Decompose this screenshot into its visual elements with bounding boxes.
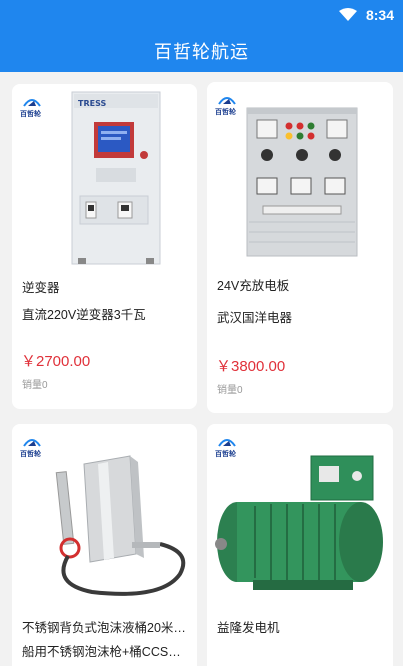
status-bar: 8:34	[0, 0, 403, 28]
product-image: 百哲轮	[207, 82, 393, 267]
product-subtitle: 船用不锈钢泡沫枪+桶CCS证书	[22, 645, 187, 659]
product-card[interactable]: TRESS 百哲轮 逆变器 直流220V逆变器3千瓦 ￥2700.00 销量0	[12, 84, 197, 409]
svg-text:TRESS: TRESS	[78, 99, 106, 108]
brand-logo: 百哲轮	[215, 92, 241, 122]
page-title: 百哲轮航运	[154, 42, 249, 62]
brand-logo: 百哲轮	[215, 434, 241, 464]
product-sales: 销量0	[217, 385, 243, 396]
product-image: 百哲轮	[12, 424, 197, 609]
product-image: TRESS 百哲轮	[12, 84, 197, 269]
wifi-icon	[339, 8, 357, 26]
brand-logo-text: 百哲轮	[20, 451, 41, 458]
product-card[interactable]: 百哲轮 不锈钢背负式泡沫液桶20米… 船用不锈钢泡沫枪+桶CCS证书	[12, 424, 197, 666]
status-time: 8:34	[365, 7, 394, 23]
product-title: 逆变器	[22, 281, 60, 295]
product-image: 百哲轮	[207, 424, 393, 609]
product-sales: 销量0	[22, 380, 48, 391]
product-title: 不锈钢背负式泡沫液桶20米…	[22, 621, 186, 635]
product-title: 益隆发电机	[217, 621, 280, 635]
product-grid: TRESS 百哲轮 逆变器 直流220V逆变器3千瓦 ￥2700.00 销量0 …	[0, 72, 403, 666]
brand-logo-text: 百哲轮	[215, 451, 236, 458]
product-subtitle: 武汉国洋电器	[217, 311, 293, 325]
product-card[interactable]: 百哲轮 益隆发电机	[207, 424, 393, 666]
product-title: 24V充放电板	[217, 279, 290, 293]
brand-logo-text: 百哲轮	[20, 111, 41, 118]
product-price: ￥2700.00	[21, 353, 91, 370]
product-subtitle: 直流220V逆变器3千瓦	[22, 308, 146, 322]
product-card[interactable]: 百哲轮 24V充放电板 武汉国洋电器 ￥3800.00 销量0	[207, 82, 393, 413]
product-price: ￥3800.00	[216, 358, 286, 375]
brand-logo: 百哲轮	[20, 94, 46, 124]
brand-logo-text: 百哲轮	[215, 109, 236, 116]
brand-logo: 百哲轮	[20, 434, 46, 464]
app-bar: 百哲轮航运	[0, 28, 403, 72]
